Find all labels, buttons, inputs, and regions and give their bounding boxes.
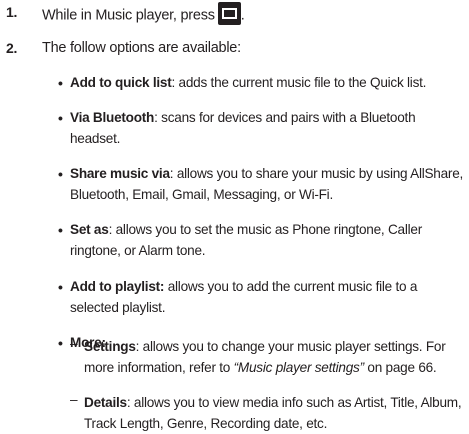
- more-after: on page 66.: [363, 360, 437, 375]
- step-text: While in Music player, press.: [42, 2, 245, 27]
- more-item-details: Details: allows you to view media info s…: [84, 392, 469, 434]
- option-add-to-quick-list: Add to quick list: adds the current musi…: [70, 72, 465, 93]
- step-1-text: While in Music player, press: [42, 7, 215, 24]
- manual-page: 1. While in Music player, press. 2. The …: [0, 0, 469, 434]
- step-number: 1.: [6, 4, 18, 20]
- bullet-icon: •: [58, 110, 63, 126]
- option-via-bluetooth: Via Bluetooth: scans for devices and pai…: [70, 107, 465, 149]
- bullet-icon: •: [58, 279, 63, 295]
- more-item-settings: Settings: allows you to change your musi…: [84, 336, 469, 378]
- step-1-suffix: .: [240, 7, 245, 24]
- bullet-icon: •: [58, 222, 63, 238]
- more-desc: : allows you to view media info such as …: [84, 395, 462, 431]
- more-term: Settings: [84, 339, 136, 354]
- dash-icon: –: [70, 336, 78, 351]
- dash-icon: –: [70, 392, 78, 407]
- bullet-icon: •: [58, 166, 63, 182]
- option-term: Add to quick list: [70, 75, 172, 90]
- page-reference: “Music player settings”: [233, 360, 364, 375]
- option-share-music-via: Share music via: allows you to share you…: [70, 163, 465, 205]
- menu-key-icon: [217, 2, 241, 25]
- option-term: Via Bluetooth: [70, 110, 155, 125]
- step-number: 2.: [6, 40, 18, 56]
- bullet-icon: •: [58, 75, 63, 91]
- more-term: Details: [84, 395, 127, 410]
- option-term: Set as: [70, 222, 109, 237]
- option-desc: : adds the current music file to the Qui…: [171, 75, 427, 90]
- option-set-as: Set as: allows you to set the music as P…: [70, 219, 465, 261]
- option-term: Share music via: [70, 166, 170, 181]
- step-text: The follow options are available:: [42, 40, 241, 56]
- bullet-icon: •: [58, 335, 63, 351]
- option-desc: : allows you to set the music as Phone r…: [70, 222, 422, 258]
- option-term: Add to playlist:: [70, 279, 165, 294]
- option-add-to-playlist: Add to playlist: allows you to add the c…: [70, 276, 465, 318]
